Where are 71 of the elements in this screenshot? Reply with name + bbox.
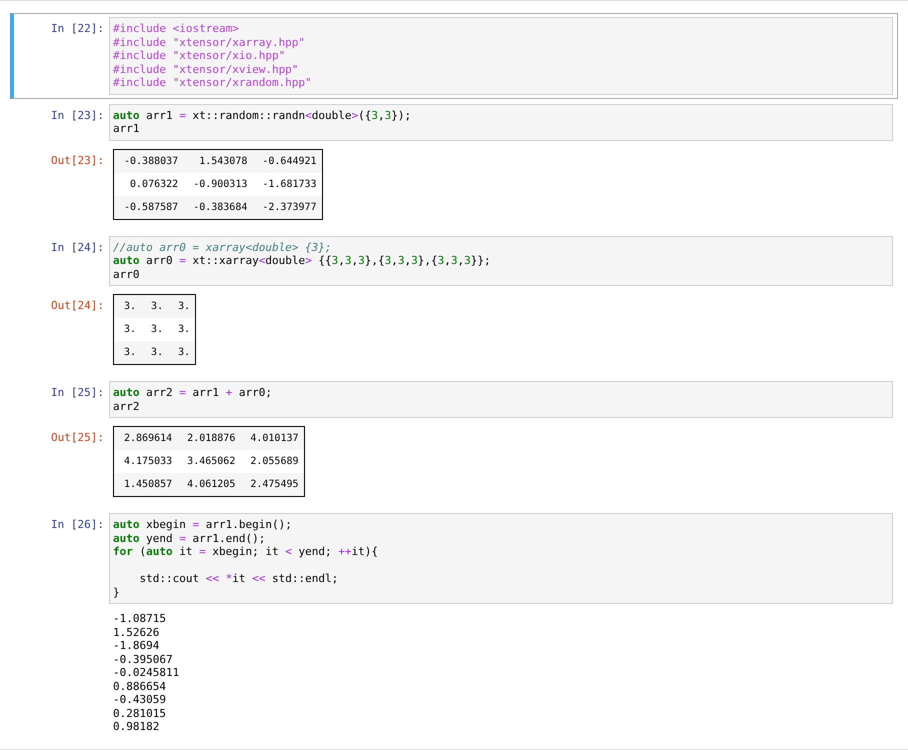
table-cell: -0.900313 [183, 172, 252, 196]
notebook-cell[interactable]: In [22]: #include <iostream> #include "xtensor/xarray.hpp" #include "xtensor/xio.hpp" #include "xtensor/xview.hpp" #include "xtensor/xrandom.hpp" [10, 13, 898, 98]
table-cell: 4.010137 [240, 426, 304, 450]
output-prompt: Out[25]: [50, 430, 104, 446]
notebook-cell[interactable]: In [26]: auto xbegin = arr1.begin(); auto yend = arr1.end(); for (auto it = xbegin; it < yend; ++it){ std::cout << *it << std::endl; } [10, 509, 898, 608]
table-cell: 3. [114, 294, 142, 318]
code-line: arr2 [113, 400, 140, 413]
code-line: #include "xtensor/xrandom.hpp" [113, 76, 313, 90]
code-line: arr1 [113, 122, 140, 136]
notebook-cell[interactable]: In [24]: //auto arr0 = xarray<double> {3}; auto arr0 = xt::xarray<double> {{3,3,3},{3,3,3},{3,3,3}}; arr0 [10, 232, 898, 290]
code-line: } [113, 586, 121, 599]
table-cell: 3. [141, 318, 168, 341]
output-line: -1.08715 [113, 612, 167, 626]
code-line: //auto arr0 = xarray<double> {3}; [113, 240, 333, 254]
table-cell: -0.587587 [114, 196, 184, 219]
output-line: -0.43059 [113, 693, 167, 706]
input-prompt: In [24]: [50, 240, 104, 256]
table-cell: 3. [114, 318, 142, 341]
code-line: arr0 [113, 268, 140, 281]
output-line: 0.281015 [113, 706, 167, 720]
table-cell: 3. [114, 341, 142, 364]
table-cell: -0.388037 [114, 149, 184, 172]
notebook-cell[interactable]: In [23]: auto arr1 = xt::random::randn<double>({3,3}); arr1 [10, 100, 898, 144]
code-editor[interactable]: auto arr1 = xt::random::randn<double>({3,3}); arr1 [109, 104, 893, 140]
code-line: auto yend = arr1.end(); [113, 532, 266, 545]
table-cell: 1.450857 [114, 473, 178, 496]
table-cell: -1.681733 [252, 172, 322, 196]
output-line: 0.98182 [113, 720, 160, 734]
output-line: 0.886654 [113, 680, 167, 693]
output-line: -1.8694 [113, 639, 160, 652]
table-cell: 2.018876 [177, 426, 240, 450]
code-line: #include "xtensor/xio.hpp" [113, 49, 286, 62]
input-prompt: In [26]: [50, 517, 104, 533]
table-cell: -0.644921 [252, 149, 322, 172]
code-line: #include "xtensor/xarray.hpp" [113, 36, 306, 49]
output-prompt: Out[24]: [50, 298, 104, 314]
code-line: auto arr1 = xt::random::randn<double>({3,3}); [113, 108, 412, 122]
table-cell: -2.373977 [252, 196, 322, 219]
input-prompt: In [23]: [50, 108, 104, 124]
table-cell: 3.465062 [177, 450, 240, 473]
code-line: auto arr2 = arr1 + arr0; [113, 386, 273, 400]
output-line: -0.0245811 [113, 666, 180, 680]
table-cell: -0.383684 [183, 196, 252, 219]
table-cell: 3. [168, 341, 196, 364]
code-editor[interactable]: //auto arr0 = xarray<double> {3}; auto arr0 = xt::xarray<double> {{3,3,3},{3,3,3},{3,3,3}}; arr0 [109, 236, 893, 286]
input-prompt: In [25]: [50, 385, 104, 401]
table-cell: 3. [141, 294, 168, 318]
code-line: for (auto it = xbegin; it < yend; ++it){ [113, 545, 379, 558]
table-cell: 4.175033 [114, 450, 178, 473]
output-line: -0.395067 [113, 652, 174, 666]
input-prompt: In [22]: [50, 21, 104, 37]
code-line: auto arr0 = xt::xarray<double> {{3,3,3},{3,3,3},{3,3,3}}; [113, 254, 492, 268]
notebook-cell[interactable]: In [25]: auto arr2 = arr1 + arr0; arr2 [10, 377, 898, 422]
table-cell: 3. [168, 294, 196, 318]
table-cell: 2.475495 [240, 473, 304, 496]
table-cell: 4.061205 [177, 473, 240, 496]
table-cell: 1.543078 [183, 149, 252, 172]
output-line: 1.52626 [113, 626, 160, 639]
code-editor[interactable]: #include <iostream> #include "xtensor/xarray.hpp" #include "xtensor/xio.hpp" #include "xtensor/xview.hpp" #include "xtensor/xrandom.hpp" [109, 17, 893, 94]
code-line: #include "xtensor/xview.hpp" [113, 62, 300, 76]
code-line: std::cout << *it << std::endl; [138, 572, 340, 586]
output-prompt: Out[23]: [50, 152, 104, 168]
code-line: auto xbegin = arr1.begin(); [113, 518, 293, 532]
table-cell: 2.055689 [240, 450, 304, 473]
table-cell: 0.076322 [114, 172, 184, 196]
code-editor[interactable]: auto arr2 = arr1 + arr0; arr2 [109, 381, 893, 418]
table-cell: 2.869614 [114, 426, 178, 450]
code-editor[interactable]: auto xbegin = arr1.begin(); auto yend = arr1.end(); for (auto it = xbegin; it < yend; ++it){ std::cout << *it << std::endl; } [109, 513, 893, 604]
table-cell: 3. [168, 318, 196, 341]
code-line: #include <iostream> [113, 22, 240, 36]
table-cell: 3. [141, 341, 168, 364]
